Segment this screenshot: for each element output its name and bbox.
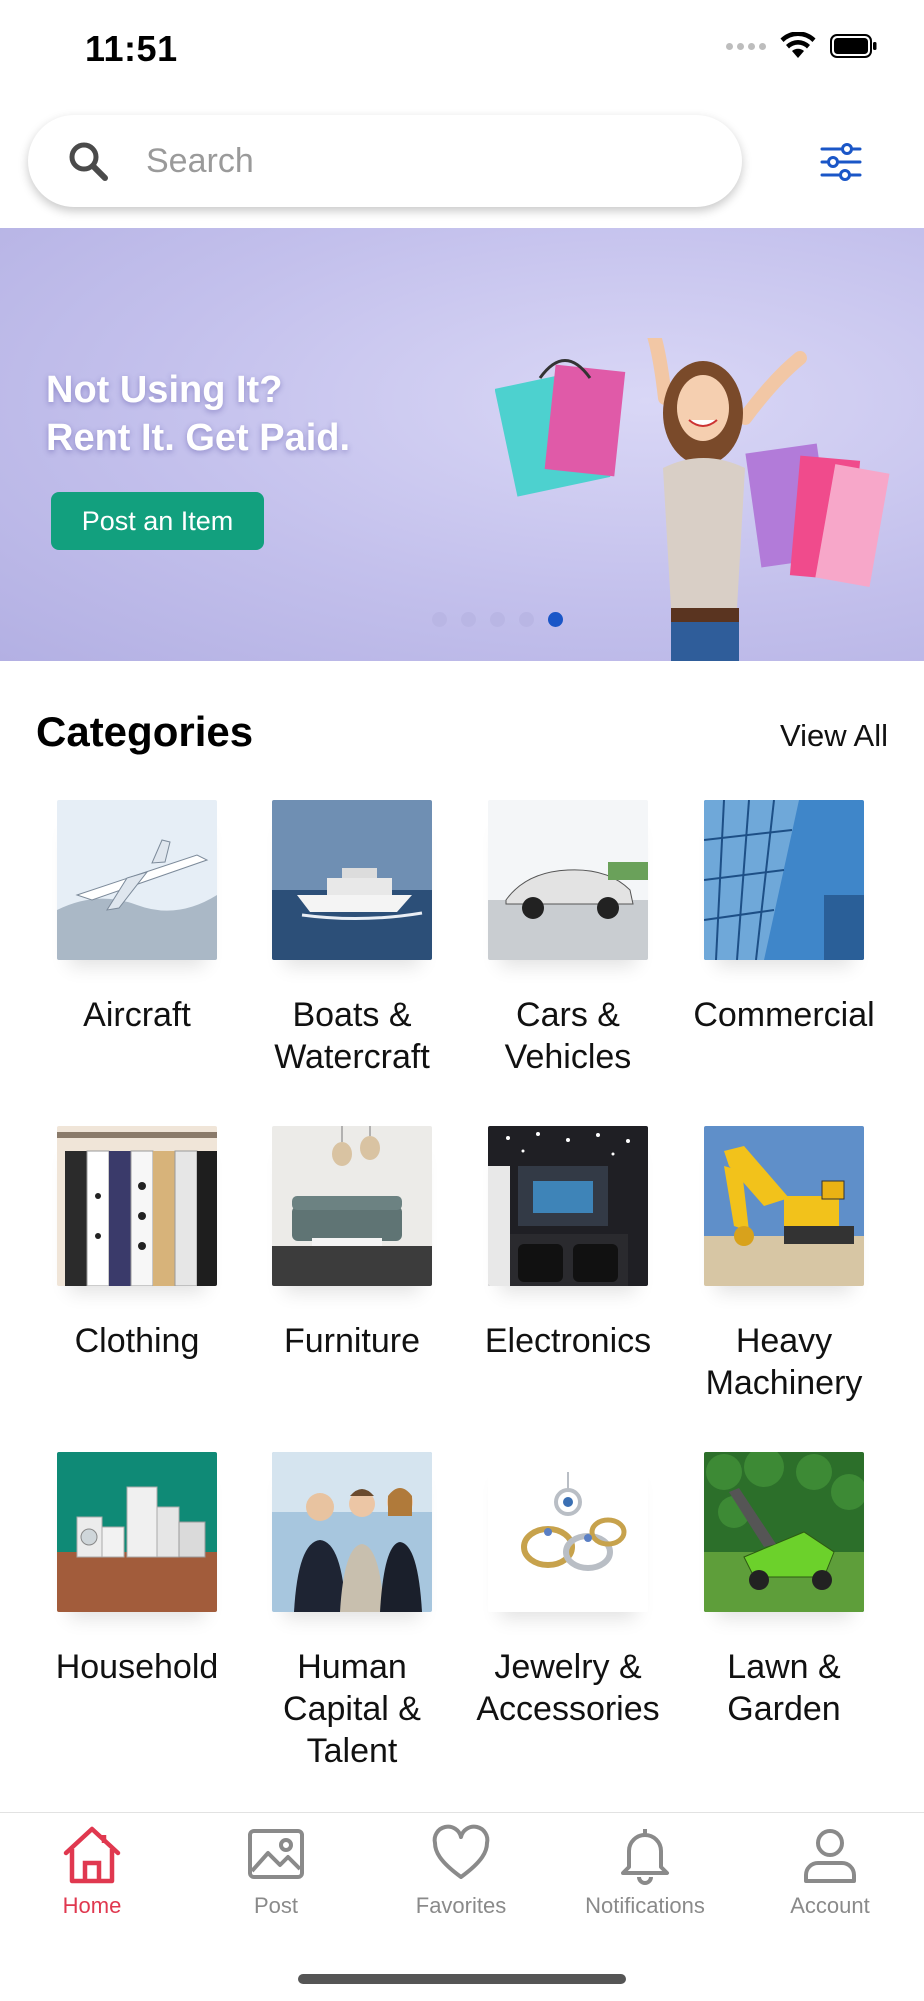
living-room-photo xyxy=(272,1126,432,1286)
status-icons xyxy=(726,32,878,60)
category-electronics[interactable]: Electronics xyxy=(460,1126,676,1362)
category-boats-watercraft[interactable]: Boats & Watercraft xyxy=(244,800,460,1078)
category-label: Boats & Watercraft xyxy=(274,996,430,1076)
bottom-tab-bar: Home Post Favorites Notifications Account xyxy=(0,1812,924,2001)
status-time: 11:51 xyxy=(85,28,178,69)
category-label: Furniture xyxy=(283,1322,421,1360)
category-heavy-machinery[interactable]: Heavy Machinery xyxy=(676,1126,892,1404)
category-label: Human Capital & Talent xyxy=(283,1648,421,1770)
boat-photo xyxy=(272,800,432,960)
clothing-rack-photo xyxy=(57,1126,217,1286)
car-photo xyxy=(488,800,648,960)
home-icon xyxy=(63,1826,121,1884)
category-jewelry-accessories[interactable]: Jewelry & Accessories xyxy=(460,1452,676,1730)
heart-icon xyxy=(432,1824,490,1879)
category-aircraft[interactable]: Aircraft xyxy=(29,800,245,1036)
building-photo xyxy=(704,800,864,960)
tab-account[interactable]: Account xyxy=(738,1823,922,1919)
aircraft-photo xyxy=(57,800,217,960)
carousel-dot[interactable] xyxy=(489,612,505,627)
search-row xyxy=(0,115,924,215)
carousel-dot[interactable] xyxy=(518,612,534,627)
view-all-link[interactable]: View All xyxy=(780,718,888,754)
category-label: Household xyxy=(55,1648,219,1686)
category-cars-vehicles[interactable]: Cars & Vehicles xyxy=(460,800,676,1078)
category-label: Electronics xyxy=(484,1322,652,1360)
tab-label: Home xyxy=(62,1893,122,1918)
tab-post[interactable]: Post xyxy=(184,1823,368,1919)
appliances-photo xyxy=(57,1452,217,1612)
tab-favorites[interactable]: Favorites xyxy=(369,1823,553,1919)
categories-title: Categories xyxy=(36,708,254,755)
tab-home[interactable]: Home xyxy=(0,1823,184,1919)
home-theater-photo xyxy=(488,1126,648,1286)
bell-icon xyxy=(621,1829,669,1885)
excavator-photo xyxy=(704,1126,864,1286)
category-label: Commercial xyxy=(693,996,875,1034)
carousel-pagination xyxy=(0,612,924,627)
filter-sliders-icon[interactable] xyxy=(816,137,866,187)
image-icon xyxy=(248,1829,304,1879)
category-label: Cars & Vehicles xyxy=(504,996,632,1076)
tab-label: Notifications xyxy=(585,1893,705,1918)
category-household[interactable]: Household xyxy=(29,1452,245,1688)
category-label: Clothing xyxy=(74,1322,200,1360)
carousel-dot[interactable] xyxy=(547,612,563,627)
battery-icon xyxy=(830,34,877,58)
banner-headline-line2: Rent It. Get Paid. xyxy=(46,417,351,459)
home-indicator xyxy=(298,1974,626,1984)
cellular-signal-icon xyxy=(726,42,766,50)
person-icon xyxy=(804,1829,856,1883)
banner-headline: Not Using It? Rent It. Get Paid. xyxy=(46,366,350,462)
carousel-dot[interactable] xyxy=(431,612,447,627)
category-label: Aircraft xyxy=(83,996,191,1034)
business-people-photo xyxy=(272,1452,432,1612)
promo-banner[interactable]: Not Using It? Rent It. Get Paid. Post an… xyxy=(0,228,924,661)
status-bar: 11:51 xyxy=(0,0,924,100)
categories-header: Categories View All xyxy=(36,708,888,758)
tab-label: Account xyxy=(790,1893,870,1918)
category-label: Lawn & Garden xyxy=(727,1648,841,1728)
wifi-icon xyxy=(780,32,816,58)
tab-label: Post xyxy=(253,1893,299,1918)
rings-photo xyxy=(488,1452,648,1612)
lawn-mower-photo xyxy=(704,1452,864,1612)
tab-label: Favorites xyxy=(415,1893,507,1918)
category-label: Jewelry & Accessories xyxy=(476,1648,660,1728)
category-furniture[interactable]: Furniture xyxy=(244,1126,460,1362)
category-lawn-garden[interactable]: Lawn & Garden xyxy=(676,1452,892,1730)
post-an-item-button[interactable]: Post an Item xyxy=(51,492,264,550)
search-input[interactable] xyxy=(144,140,708,182)
banner-headline-line1: Not Using It? xyxy=(46,369,283,411)
category-clothing[interactable]: Clothing xyxy=(29,1126,245,1362)
category-commercial[interactable]: Commercial xyxy=(676,800,892,1036)
search-bar[interactable] xyxy=(28,115,742,207)
category-human-capital-talent[interactable]: Human Capital & Talent xyxy=(244,1452,460,1772)
search-icon xyxy=(69,142,108,181)
tab-notifications[interactable]: Notifications xyxy=(553,1823,737,1919)
category-label: Heavy Machinery xyxy=(705,1322,863,1402)
carousel-dot[interactable] xyxy=(460,612,476,627)
